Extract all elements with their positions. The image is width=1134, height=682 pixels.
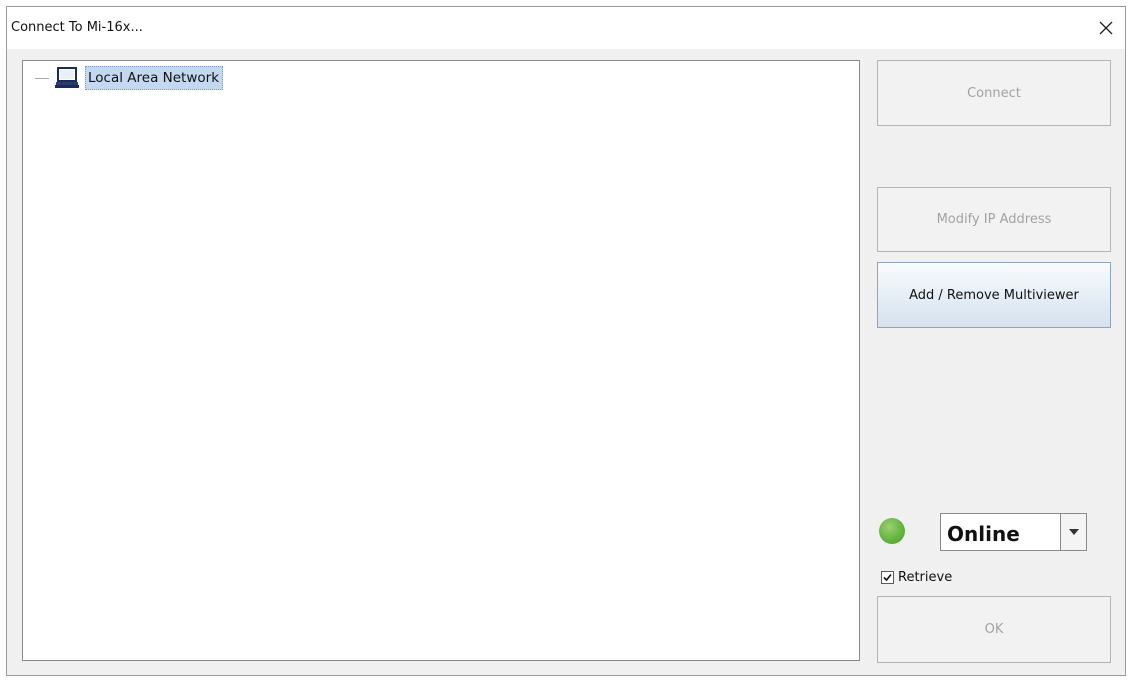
retrieve-checkbox[interactable] (881, 571, 894, 584)
retrieve-label: Retrieve (898, 570, 953, 585)
status-indicator-icon (879, 518, 905, 544)
title-bar: Connect To Mi-16x... (7, 7, 1125, 49)
status-dropdown[interactable]: Online (940, 513, 1087, 551)
tree-connector-line (35, 77, 49, 79)
tree-node-label: Local Area Network (85, 66, 224, 90)
status-dropdown-value: Online (947, 522, 1020, 546)
window-title: Connect To Mi-16x... (11, 20, 143, 35)
ok-button[interactable]: OK (877, 596, 1111, 663)
add-remove-multiviewer-button[interactable]: Add / Remove Multiviewer (877, 262, 1111, 328)
close-button[interactable] (1093, 15, 1119, 41)
tree-node-local-area-network[interactable]: Local Area Network (35, 65, 224, 91)
network-tree[interactable]: Local Area Network (22, 60, 860, 661)
check-icon (883, 573, 892, 582)
close-icon (1099, 21, 1113, 35)
dropdown-arrow-button[interactable] (1060, 514, 1086, 550)
connect-dialog: Connect To Mi-16x... Local Area Network … (6, 6, 1126, 676)
chevron-down-icon (1068, 529, 1079, 535)
retrieve-option[interactable]: Retrieve (881, 570, 952, 585)
computer-icon (55, 67, 79, 88)
connect-button[interactable]: Connect (877, 60, 1111, 126)
modify-ip-address-button[interactable]: Modify IP Address (877, 187, 1111, 252)
